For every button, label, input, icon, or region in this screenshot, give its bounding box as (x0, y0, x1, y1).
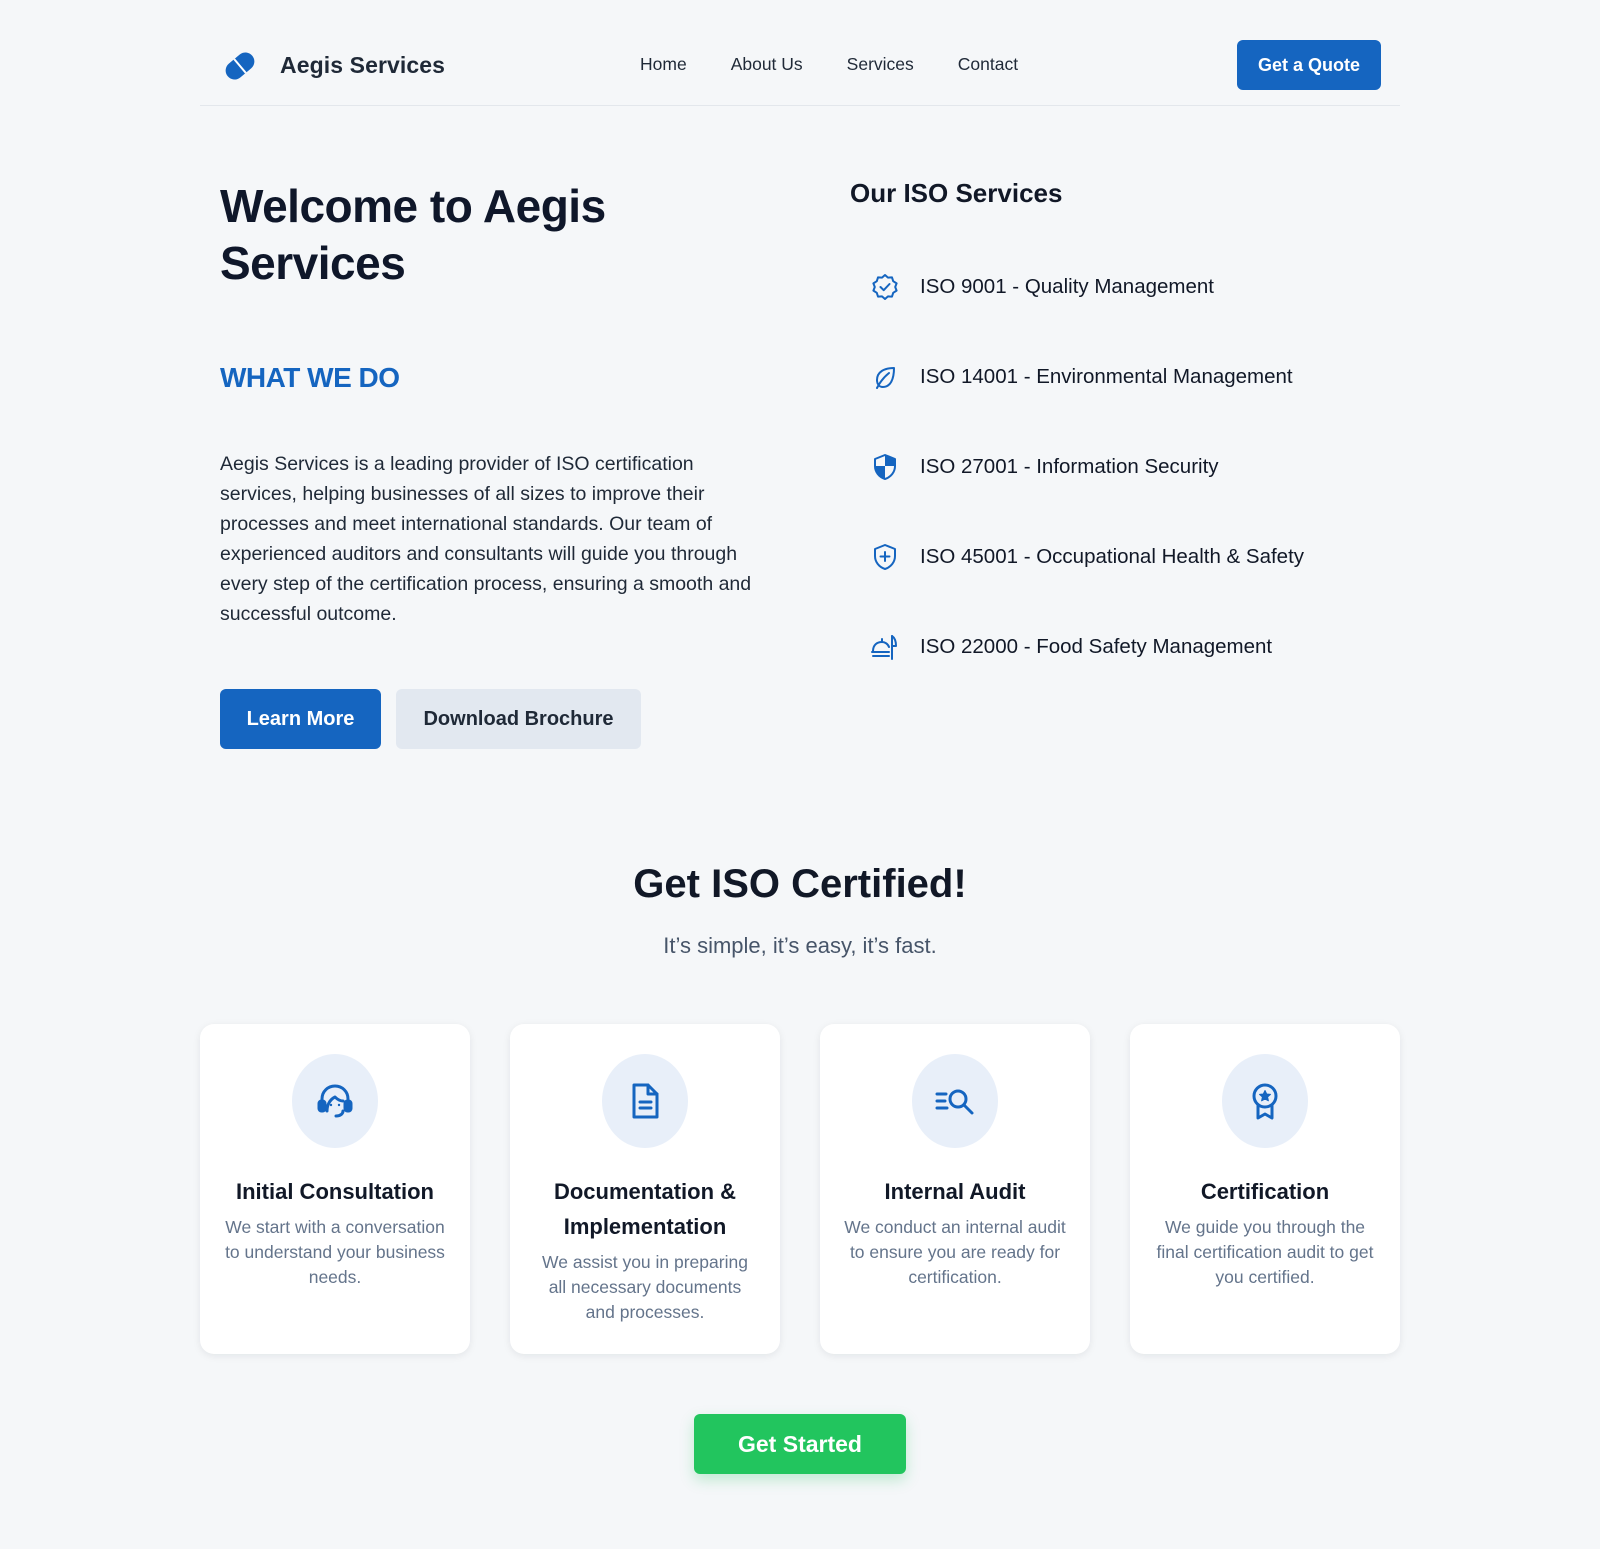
get-started-button[interactable]: Get Started (694, 1414, 906, 1474)
get-a-quote-button[interactable]: Get a Quote (1237, 40, 1381, 90)
step-description: We assist you in preparing all necessary… (542, 1252, 748, 1322)
leaf-icon (876, 367, 895, 389)
iso-service-label: ISO 14001 - Environmental Management (920, 365, 1293, 388)
hero-title: Welcome to Aegis Services (220, 180, 606, 289)
verified-badge-icon (872, 274, 898, 300)
nav-about-us[interactable]: About Us (731, 54, 803, 75)
step-title: Documentation & Implementation (553, 1179, 737, 1239)
step-card-internal-audit: Internal Audit We conduct an internal au… (820, 1024, 1090, 1354)
iso-services-list: ISO 9001 - Quality Management ISO 14001 … (870, 264, 1304, 714)
process-steps: Initial Consultation We start with a con… (200, 1024, 1400, 1354)
search-list-icon (935, 1089, 974, 1115)
step-title: Internal Audit (884, 1179, 1026, 1204)
list-item: ISO 14001 - Environmental Management (870, 354, 1304, 444)
shield-plus-icon (874, 544, 896, 570)
list-item: ISO 27001 - Information Security (870, 444, 1304, 534)
nav-services[interactable]: Services (847, 54, 914, 75)
list-item: ISO 9001 - Quality Management (870, 264, 1304, 354)
step-card-documentation: Documentation & Implementation We assist… (510, 1024, 780, 1354)
iso-services-title: Our ISO Services (850, 178, 1063, 208)
list-item: ISO 22000 - Food Safety Management (870, 624, 1304, 714)
get-certified-subheading: It’s simple, it’s easy, it’s fast. (663, 933, 937, 958)
download-brochure-button[interactable]: Download Brochure (396, 689, 641, 749)
nav-home[interactable]: Home (640, 54, 687, 75)
icon-circle (912, 1054, 998, 1148)
hero-description: Aegis Services is a leading provider of … (220, 453, 752, 625)
step-title: Initial Consultation (236, 1179, 434, 1204)
icon-circle (1222, 1054, 1308, 1148)
step-title: Certification (1200, 1179, 1330, 1204)
get-certified-heading: Get ISO Certified! (633, 862, 967, 906)
iso-service-label: ISO 22000 - Food Safety Management (920, 635, 1273, 658)
icon-circle (602, 1054, 688, 1148)
document-icon (632, 1083, 659, 1119)
step-description: We conduct an internal audit to ensure y… (844, 1217, 1066, 1287)
iso-service-label: ISO 27001 - Information Security (920, 455, 1219, 478)
iso-service-label: ISO 45001 - Occupational Health & Safety (920, 545, 1305, 568)
what-we-do-heading: WHAT WE DO (220, 362, 400, 393)
headset-icon (317, 1084, 353, 1118)
pill-tag-icon (225, 52, 255, 80)
step-description: We start with a conversation to understa… (225, 1217, 445, 1287)
step-card-certification: Certification We guide you through the f… (1130, 1024, 1400, 1354)
iso-service-label: ISO 9001 - Quality Management (920, 275, 1214, 298)
step-description: We guide you through the final certifica… (1156, 1217, 1374, 1287)
main-nav: Home About Us Services Contact (640, 54, 1018, 75)
brand[interactable]: Aegis Services (220, 44, 445, 86)
site-header: Aegis Services Home About Us Services Co… (200, 0, 1400, 106)
award-icon (1252, 1083, 1278, 1120)
learn-more-button[interactable]: Learn More (220, 689, 381, 749)
icon-circle (292, 1054, 378, 1148)
list-item: ISO 45001 - Occupational Health & Safety (870, 534, 1304, 624)
nav-contact[interactable]: Contact (958, 54, 1018, 75)
food-service-icon (871, 635, 897, 660)
step-card-initial-consultation: Initial Consultation We start with a con… (200, 1024, 470, 1354)
shield-icon (874, 454, 896, 480)
brand-name: Aegis Services (280, 51, 446, 78)
hero-actions: Learn More Download Brochure (220, 689, 641, 749)
